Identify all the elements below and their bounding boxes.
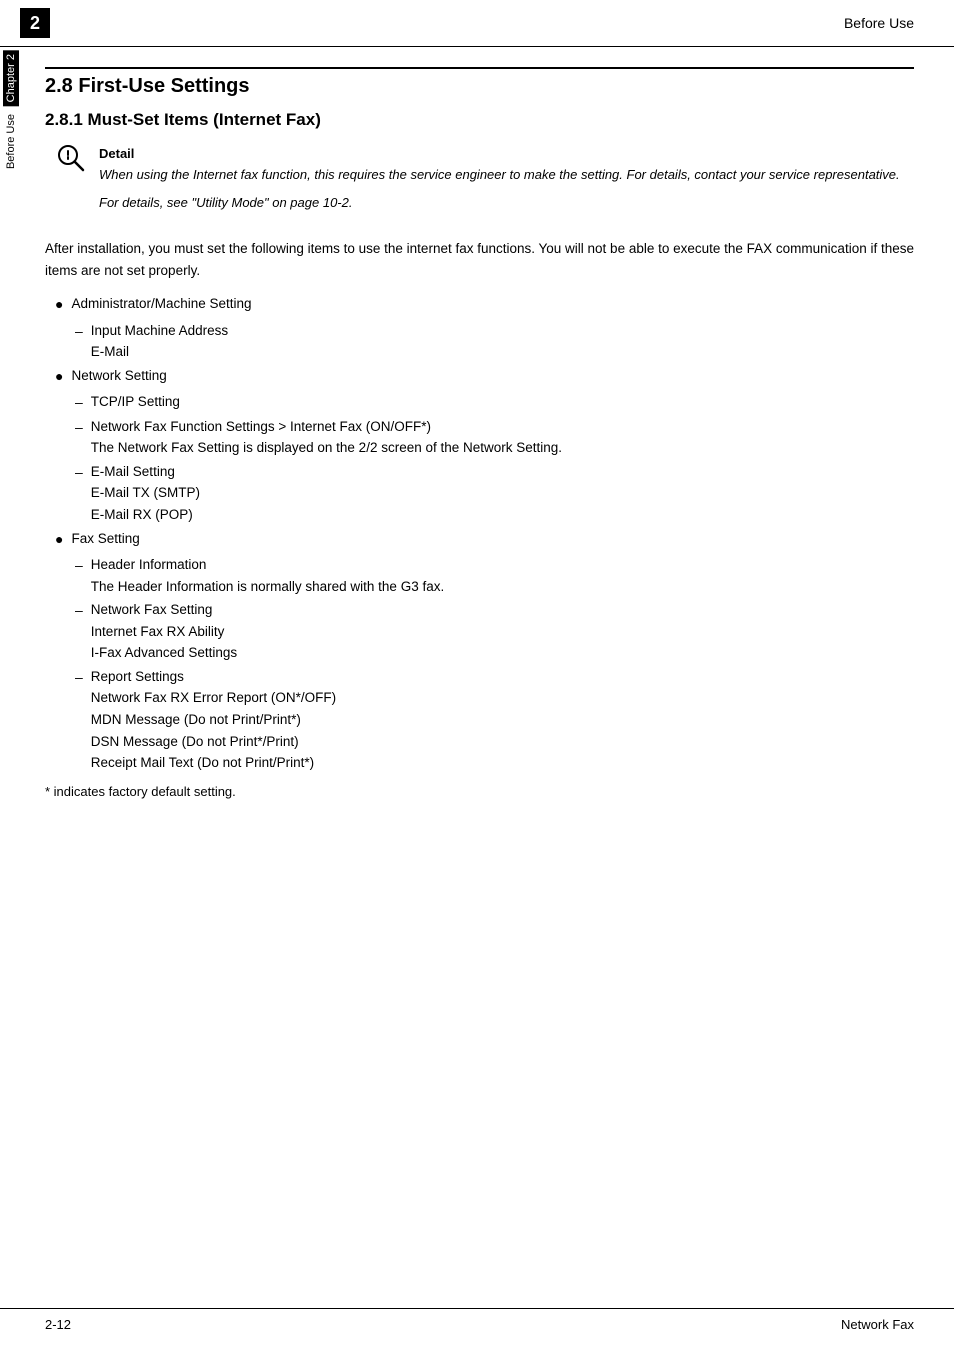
subsection-title: 2.8.1 Must-Set Items (Internet Fax) bbox=[45, 110, 914, 130]
dash-item-1-1: – Input Machine Address E-Mail bbox=[75, 320, 914, 363]
dash-symbol-3-2: – bbox=[75, 599, 83, 621]
dash-item-2-1: – TCP/IP Setting bbox=[75, 391, 914, 413]
subsection-title-text: Must-Set Items (Internet Fax) bbox=[88, 110, 321, 129]
top-bar: 2 Before Use bbox=[0, 0, 954, 47]
bullet-symbol-2: ● bbox=[55, 365, 63, 387]
dash-subtext-2-3a: E-Mail TX (SMTP) bbox=[91, 482, 200, 504]
main-content: 2.8 First-Use Settings 2.8.1 Must-Set It… bbox=[45, 47, 914, 799]
dash-subtext-3-3c: DSN Message (Do not Print*/Print) bbox=[91, 731, 336, 753]
dash-content-2-1: TCP/IP Setting bbox=[91, 391, 180, 413]
dash-subtext-2-2: The Network Fax Setting is displayed on … bbox=[91, 437, 562, 459]
left-labels: Chapter 2 Before Use bbox=[0, 50, 22, 169]
footnote: * indicates factory default setting. bbox=[45, 784, 914, 799]
dash-symbol-2-3: – bbox=[75, 461, 83, 483]
chapter-label: Chapter 2 bbox=[3, 50, 19, 106]
dash-item-2-3: – E-Mail Setting E-Mail TX (SMTP) E-Mail… bbox=[75, 461, 914, 526]
footer-section-name: Network Fax bbox=[841, 1317, 914, 1332]
dash-subtext-3-2b: I-Fax Advanced Settings bbox=[91, 642, 237, 664]
footer-page-number: 2-12 bbox=[45, 1317, 71, 1332]
bullet-item-1: ● Administrator/Machine Setting bbox=[55, 293, 914, 315]
dash-subtext-3-3b: MDN Message (Do not Print/Print*) bbox=[91, 709, 336, 731]
section-header: 2.8 First-Use Settings bbox=[45, 67, 914, 98]
detail-label: Detail bbox=[99, 146, 914, 161]
dash-content-3-3: Report Settings Network Fax RX Error Rep… bbox=[91, 666, 336, 774]
dash-text-3-3: Report Settings bbox=[91, 666, 336, 688]
dash-subtext-1-1: E-Mail bbox=[91, 341, 228, 363]
dash-item-2-2: – Network Fax Function Settings > Intern… bbox=[75, 416, 914, 459]
dash-subtext-3-3d: Receipt Mail Text (Do not Print/Print*) bbox=[91, 752, 336, 774]
bullet-item-2: ● Network Setting bbox=[55, 365, 914, 387]
dash-subtext-2-3b: E-Mail RX (POP) bbox=[91, 504, 200, 526]
detail-text2: For details, see "Utility Mode" on page … bbox=[99, 193, 914, 213]
dash-content-1-1: Input Machine Address E-Mail bbox=[91, 320, 228, 363]
dash-content-3-1: Header Information The Header Informatio… bbox=[91, 554, 444, 597]
dash-content-2-3: E-Mail Setting E-Mail TX (SMTP) E-Mail R… bbox=[91, 461, 200, 526]
dash-symbol-3-3: – bbox=[75, 666, 83, 688]
dash-symbol-2-1: – bbox=[75, 391, 83, 413]
dash-text-2-2: Network Fax Function Settings > Internet… bbox=[91, 416, 562, 438]
page-title: Before Use bbox=[844, 15, 914, 31]
dash-text-2-1: TCP/IP Setting bbox=[91, 391, 180, 413]
dash-subtext-3-1: The Header Information is normally share… bbox=[91, 576, 444, 598]
bullet-item-3: ● Fax Setting bbox=[55, 528, 914, 550]
footer: 2-12 Network Fax bbox=[0, 1308, 954, 1332]
dash-content-3-2: Network Fax Setting Internet Fax RX Abil… bbox=[91, 599, 237, 664]
dash-symbol-1-1: – bbox=[75, 320, 83, 342]
dash-subtext-3-3a: Network Fax RX Error Report (ON*/OFF) bbox=[91, 687, 336, 709]
subsection-number: 2.8.1 bbox=[45, 110, 83, 129]
section-title: 2.8 First-Use Settings bbox=[45, 75, 914, 98]
detail-box: Detail When using the Internet fax funct… bbox=[45, 146, 914, 220]
bullet-text-1: Administrator/Machine Setting bbox=[71, 293, 251, 315]
dash-text-2-3: E-Mail Setting bbox=[91, 461, 200, 483]
body-text: After installation, you must set the fol… bbox=[45, 238, 914, 281]
dash-symbol-3-1: – bbox=[75, 554, 83, 576]
dash-item-3-3: – Report Settings Network Fax RX Error R… bbox=[75, 666, 914, 774]
section-title-text: First-Use Settings bbox=[78, 75, 249, 97]
dash-item-3-2: – Network Fax Setting Internet Fax RX Ab… bbox=[75, 599, 914, 664]
chapter-badge: 2 bbox=[20, 8, 50, 38]
bullet-symbol-3: ● bbox=[55, 528, 63, 550]
dash-symbol-2-2: – bbox=[75, 416, 83, 438]
dash-text-1-1: Input Machine Address bbox=[91, 320, 228, 342]
dash-subtext-3-2a: Internet Fax RX Ability bbox=[91, 621, 237, 643]
bullet-text-3: Fax Setting bbox=[71, 528, 139, 550]
dash-text-3-2: Network Fax Setting bbox=[91, 599, 237, 621]
detail-text1: When using the Internet fax function, th… bbox=[99, 165, 914, 185]
dash-text-3-1: Header Information bbox=[91, 554, 444, 576]
section-label: Before Use bbox=[5, 114, 17, 169]
bullet-symbol-1: ● bbox=[55, 293, 63, 315]
section-number: 2.8 bbox=[45, 75, 73, 97]
dash-content-2-2: Network Fax Function Settings > Internet… bbox=[91, 416, 562, 459]
list-container: ● Administrator/Machine Setting – Input … bbox=[55, 293, 914, 774]
detail-icon bbox=[55, 142, 87, 181]
detail-content: Detail When using the Internet fax funct… bbox=[99, 146, 914, 220]
bullet-text-2: Network Setting bbox=[71, 365, 166, 387]
dash-item-3-1: – Header Information The Header Informat… bbox=[75, 554, 914, 597]
